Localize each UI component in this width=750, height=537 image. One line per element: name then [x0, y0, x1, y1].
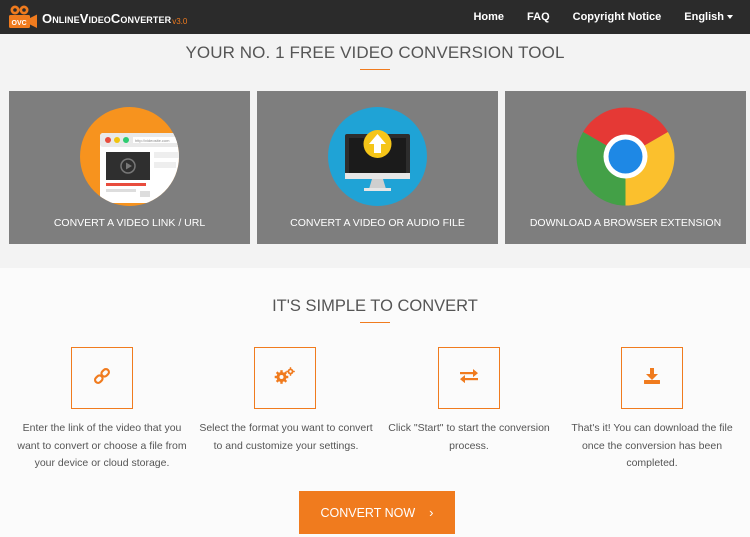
nav-faq-link[interactable]: FAQ	[527, 11, 550, 23]
convert-now-button[interactable]: CONVERT NOW ›	[299, 491, 455, 534]
monitor-upload-icon	[328, 107, 427, 206]
video-camera-logo-icon: OVC	[8, 5, 38, 29]
convert-link-label: CONVERT A VIDEO LINK / URL	[53, 217, 206, 229]
convert-link-card[interactable]: http://videosite.com CONVERT A VIDEO LIN…	[9, 91, 250, 244]
hero-title: YOUR NO. 1 FREE VIDEO CONVERSION TOOL	[185, 43, 565, 62]
caret-down-icon	[727, 15, 733, 20]
browser-video-icon: http://videosite.com	[80, 107, 179, 206]
svg-text:OVC: OVC	[12, 20, 27, 27]
step-3-box	[438, 347, 500, 409]
url-bar-text: http://videosite.com	[135, 138, 170, 143]
step-4-box	[621, 347, 683, 409]
step-4-text: That's it! You can download the file onc…	[571, 422, 733, 469]
convert-file-label: CONVERT A VIDEO OR AUDIO FILE	[290, 217, 465, 229]
step-1-box	[71, 347, 133, 409]
brand-name: OnlineVideoConverter	[42, 11, 172, 26]
step-3-text: Click "Start" to start the conversion pr…	[388, 422, 550, 452]
step-2-box	[254, 347, 316, 409]
steps-title: IT'S SIMPLE TO CONVERT	[272, 297, 478, 315]
chevron-right-icon: ›	[429, 505, 434, 520]
language-dropdown[interactable]: English	[684, 11, 733, 23]
exchange-icon	[459, 368, 479, 388]
step-2-text: Select the format you want to convert to…	[199, 422, 373, 452]
language-label: English	[684, 11, 724, 23]
steps-title-divider	[360, 322, 390, 323]
nav-copyright-link[interactable]: Copyright Notice	[573, 11, 662, 23]
convert-file-card[interactable]: CONVERT A VIDEO OR AUDIO FILE	[257, 91, 498, 244]
step-1-text: Enter the link of the video that you wan…	[17, 422, 187, 469]
nav-links: Home FAQ Copyright Notice English	[473, 0, 750, 34]
top-navbar: OVC OnlineVideoConverter v3.0 Home FAQ C…	[0, 0, 750, 34]
hero-title-divider	[360, 69, 390, 70]
chrome-icon	[576, 107, 675, 206]
convert-now-label: CONVERT NOW	[320, 505, 416, 520]
brand-logo[interactable]: OVC OnlineVideoConverter v3.0	[8, 5, 187, 29]
download-icon	[643, 367, 661, 390]
browser-extension-label: DOWNLOAD A BROWSER EXTENSION	[529, 217, 722, 229]
link-icon	[93, 367, 111, 390]
gears-icon	[274, 366, 296, 391]
brand-version: v3.0	[172, 17, 188, 26]
nav-home-link[interactable]: Home	[473, 11, 504, 23]
browser-extension-card[interactable]: DOWNLOAD A BROWSER EXTENSION	[505, 91, 746, 244]
